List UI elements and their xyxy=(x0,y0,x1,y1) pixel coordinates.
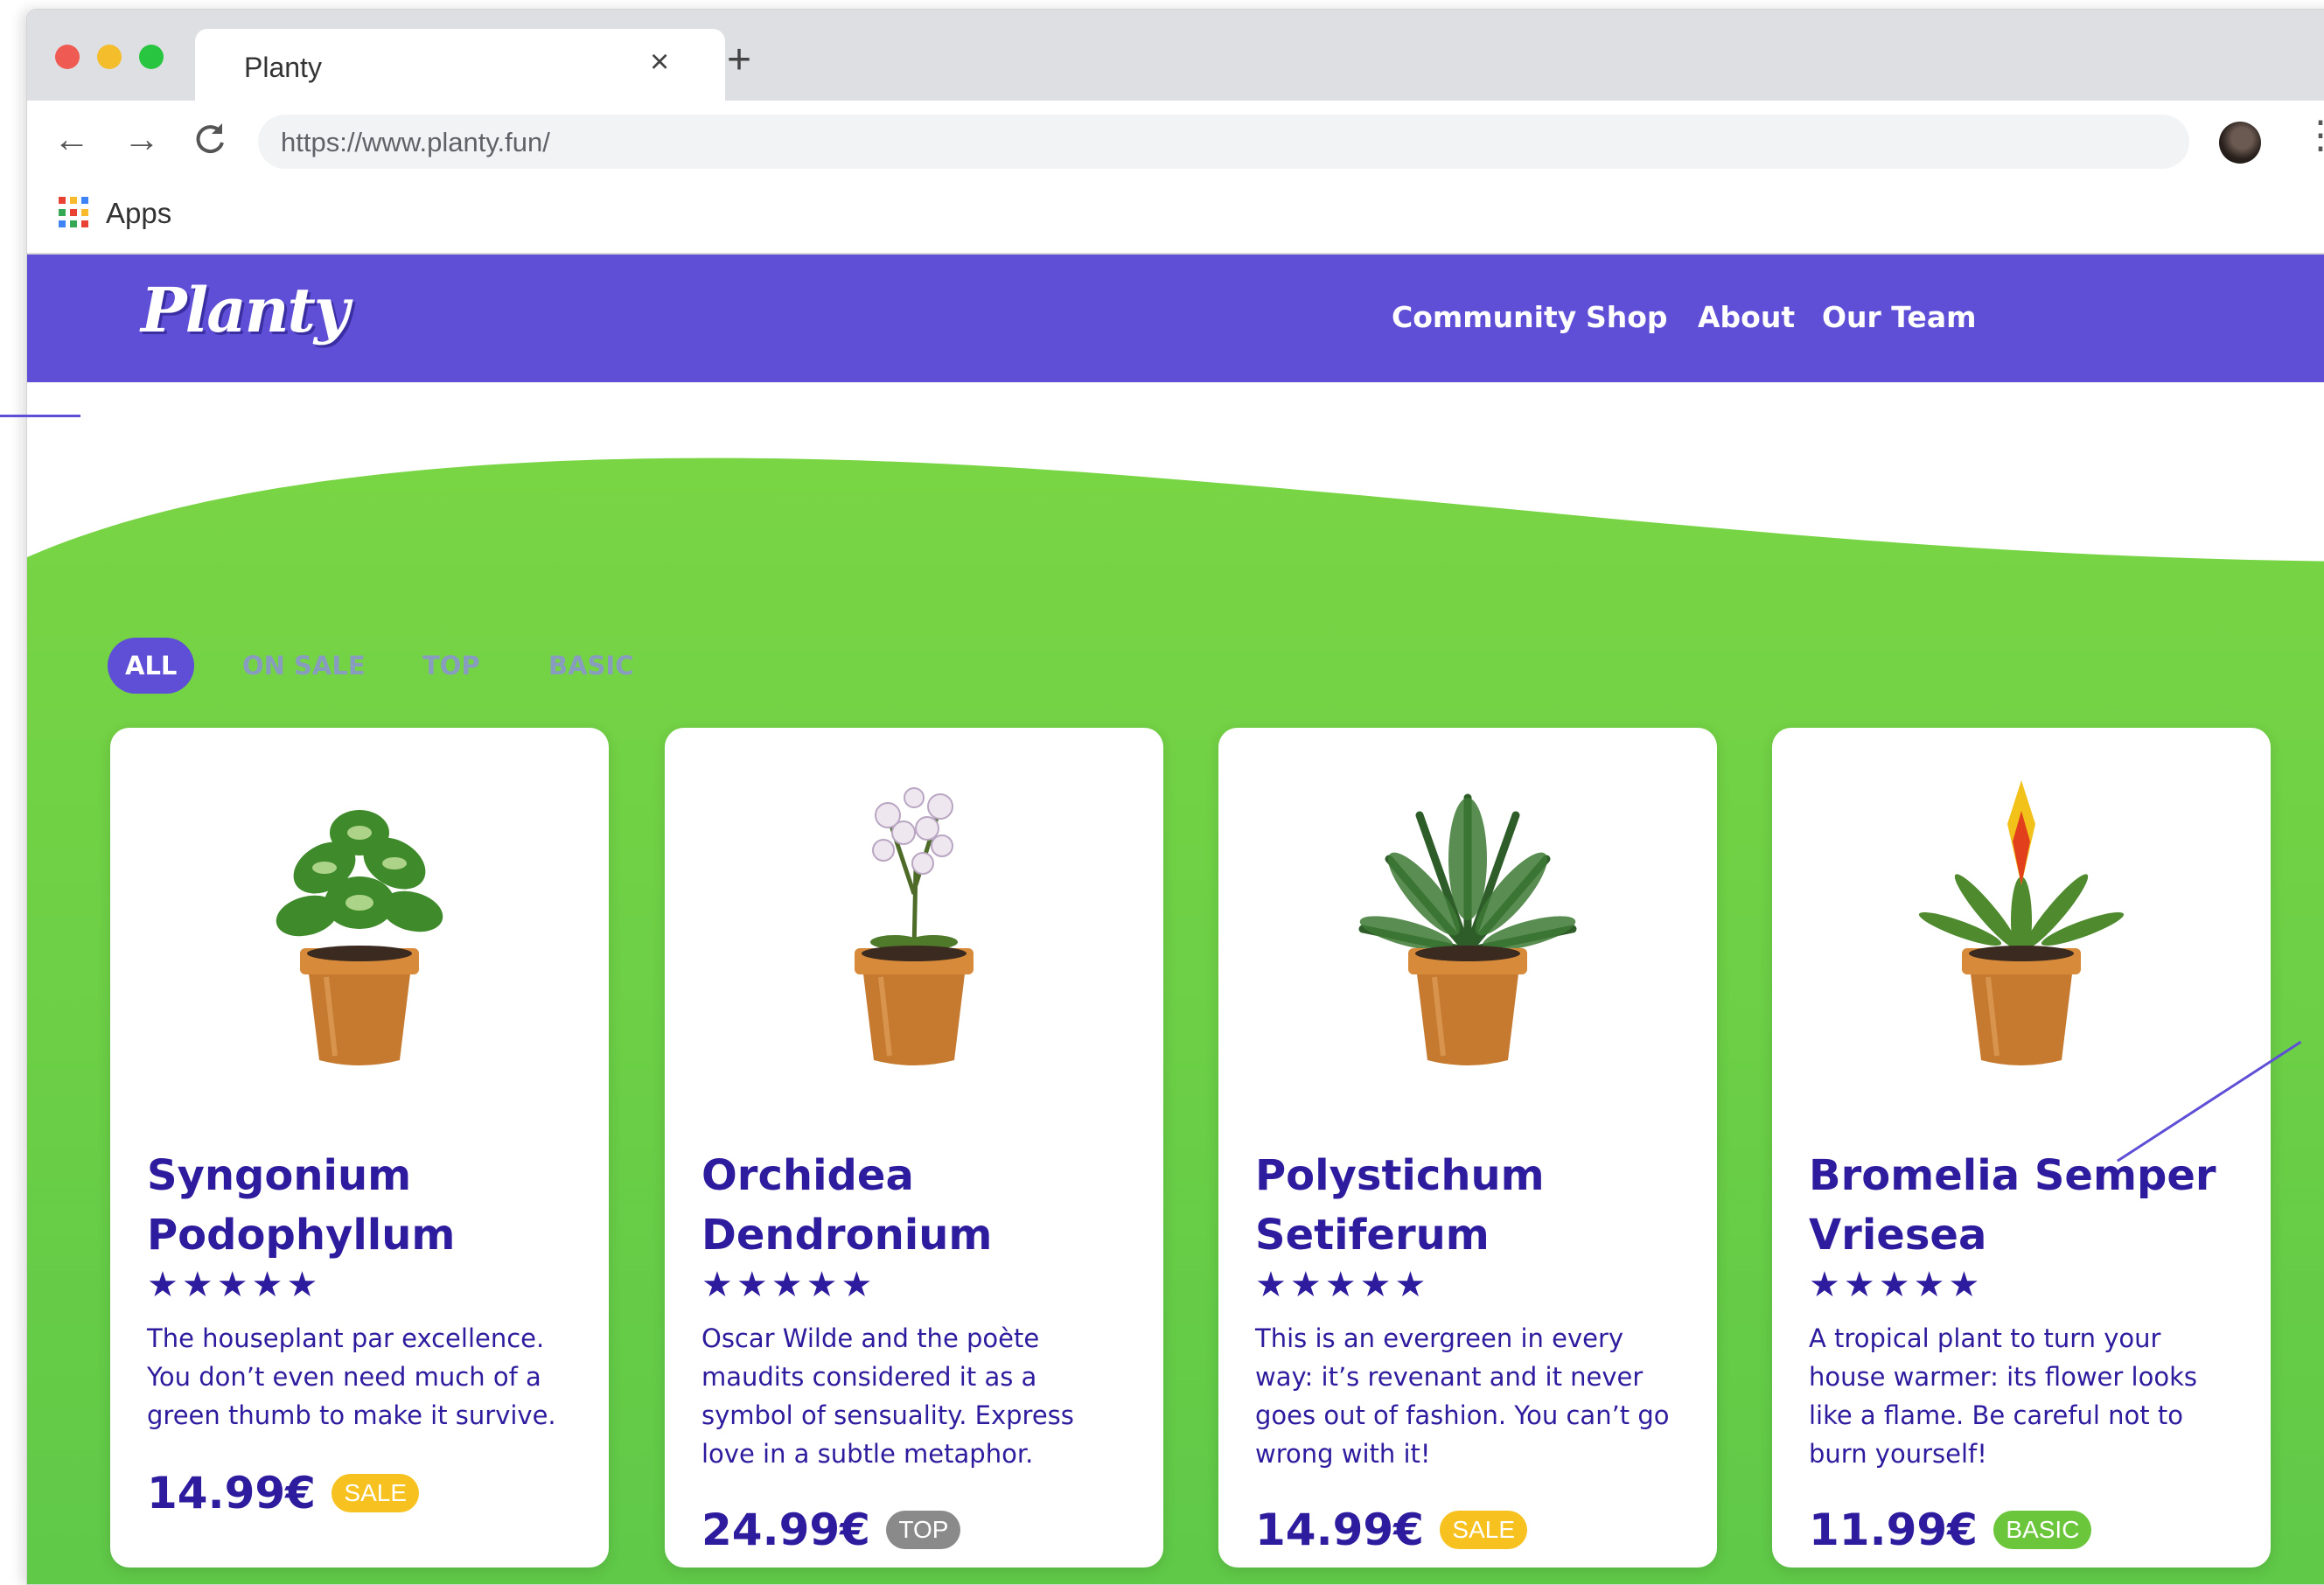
apps-bookmark[interactable]: Apps xyxy=(106,197,171,230)
product-name: Polystichum Setiferum xyxy=(1255,1151,1545,1260)
product-name: Bromelia Semper Vriesea xyxy=(1809,1151,2216,1260)
tab-close-icon[interactable]: × xyxy=(650,45,669,80)
product-price: 14.99€ xyxy=(1255,1505,1424,1555)
bookmarks-bar: Apps xyxy=(27,179,2324,255)
url-text[interactable]: https://www.planty.fun/ xyxy=(281,127,550,158)
product-badge: SALE xyxy=(1440,1511,1528,1549)
profile-avatar[interactable] xyxy=(2219,122,2261,164)
minimize-window-button[interactable] xyxy=(97,45,122,69)
price-row: 11.99€ BASIC xyxy=(1809,1505,2092,1555)
filter-on-sale[interactable]: ON SALE xyxy=(242,638,366,694)
new-tab-button[interactable]: + xyxy=(727,39,751,81)
rating-stars: ★★★★★ xyxy=(701,1266,876,1304)
product-price: 11.99€ xyxy=(1809,1505,1978,1555)
browser-toolbar: ← → https://www.planty.fun/ ⋮ xyxy=(27,101,2324,179)
filter-top[interactable]: TOP xyxy=(422,638,480,694)
price-row: 24.99€ TOP xyxy=(701,1505,961,1555)
syngonium-plant-icon xyxy=(276,810,443,1065)
nav-about[interactable]: About xyxy=(1698,300,1795,334)
browser-menu-icon[interactable]: ⋮ xyxy=(2301,113,2324,157)
product-description: This is an evergreen in every way: it’s … xyxy=(1255,1323,1670,1469)
tab-bar: Planty × + xyxy=(27,10,2324,102)
annotation-line-left xyxy=(0,415,80,417)
planty-logo[interactable]: Planty xyxy=(141,274,349,346)
maximize-window-button[interactable] xyxy=(139,45,164,69)
product-name: Orchidea Dendronium xyxy=(701,1151,993,1260)
price-row: 14.99€ SALE xyxy=(1255,1505,1528,1555)
product-card-2[interactable]: Orchidea Dendronium ★★★★★ Oscar Wilde an… xyxy=(665,728,1163,1568)
product-card-3[interactable]: Polystichum Setiferum ★★★★★ This is an e… xyxy=(1218,728,1717,1568)
orchid-plant-icon xyxy=(855,787,974,1065)
forward-arrow-icon[interactable]: → xyxy=(123,118,160,160)
product-price: 24.99€ xyxy=(701,1505,870,1555)
fern-plant-icon xyxy=(1358,793,1577,1065)
product-card-1[interactable]: Syngonium Podophyllum ★★★★★ The housepla… xyxy=(110,728,609,1568)
product-badge: BASIC xyxy=(1993,1511,2092,1549)
browser-tab[interactable]: Planty × xyxy=(195,29,725,102)
apps-grid-icon[interactable] xyxy=(59,197,90,228)
product-badge: SALE xyxy=(332,1474,420,1512)
price-row: 14.99€ SALE xyxy=(147,1468,420,1519)
rating-stars: ★★★★★ xyxy=(147,1266,322,1304)
site-header: Planty Community Shop About Our Team xyxy=(27,255,2324,382)
product-price: 14.99€ xyxy=(147,1468,316,1519)
product-description: A tropical plant to turn your house warm… xyxy=(1809,1323,2197,1469)
product-card-4[interactable]: Bromelia Semper Vriesea ★★★★★ A tropical… xyxy=(1772,728,2271,1568)
address-bar[interactable]: https://www.planty.fun/ xyxy=(258,115,2189,169)
product-description: The houseplant par excellence. You don’t… xyxy=(147,1323,556,1430)
rating-stars: ★★★★★ xyxy=(1809,1266,1984,1304)
tab-title: Planty xyxy=(244,52,322,83)
back-arrow-icon[interactable]: ← xyxy=(53,118,90,160)
main-nav: Community Shop About Our Team xyxy=(1392,300,2324,344)
product-name: Syngonium Podophyllum xyxy=(147,1151,456,1260)
filter-tabs: ALL ON SALE TOP BASIC xyxy=(27,638,2324,699)
product-description: Oscar Wilde and the poète maudits consid… xyxy=(701,1323,1074,1469)
rating-stars: ★★★★★ xyxy=(1255,1266,1430,1304)
product-badge: TOP xyxy=(886,1511,961,1549)
close-window-button[interactable] xyxy=(55,45,80,69)
reload-icon[interactable] xyxy=(193,118,228,170)
filter-all[interactable]: ALL xyxy=(108,638,195,694)
nav-shop[interactable]: Shop xyxy=(1586,300,1668,334)
nav-our-team[interactable]: Our Team xyxy=(1822,300,1976,334)
nav-community[interactable]: Community xyxy=(1392,300,1576,334)
filter-basic[interactable]: BASIC xyxy=(548,638,634,694)
bromelia-plant-icon xyxy=(1918,780,2125,1065)
